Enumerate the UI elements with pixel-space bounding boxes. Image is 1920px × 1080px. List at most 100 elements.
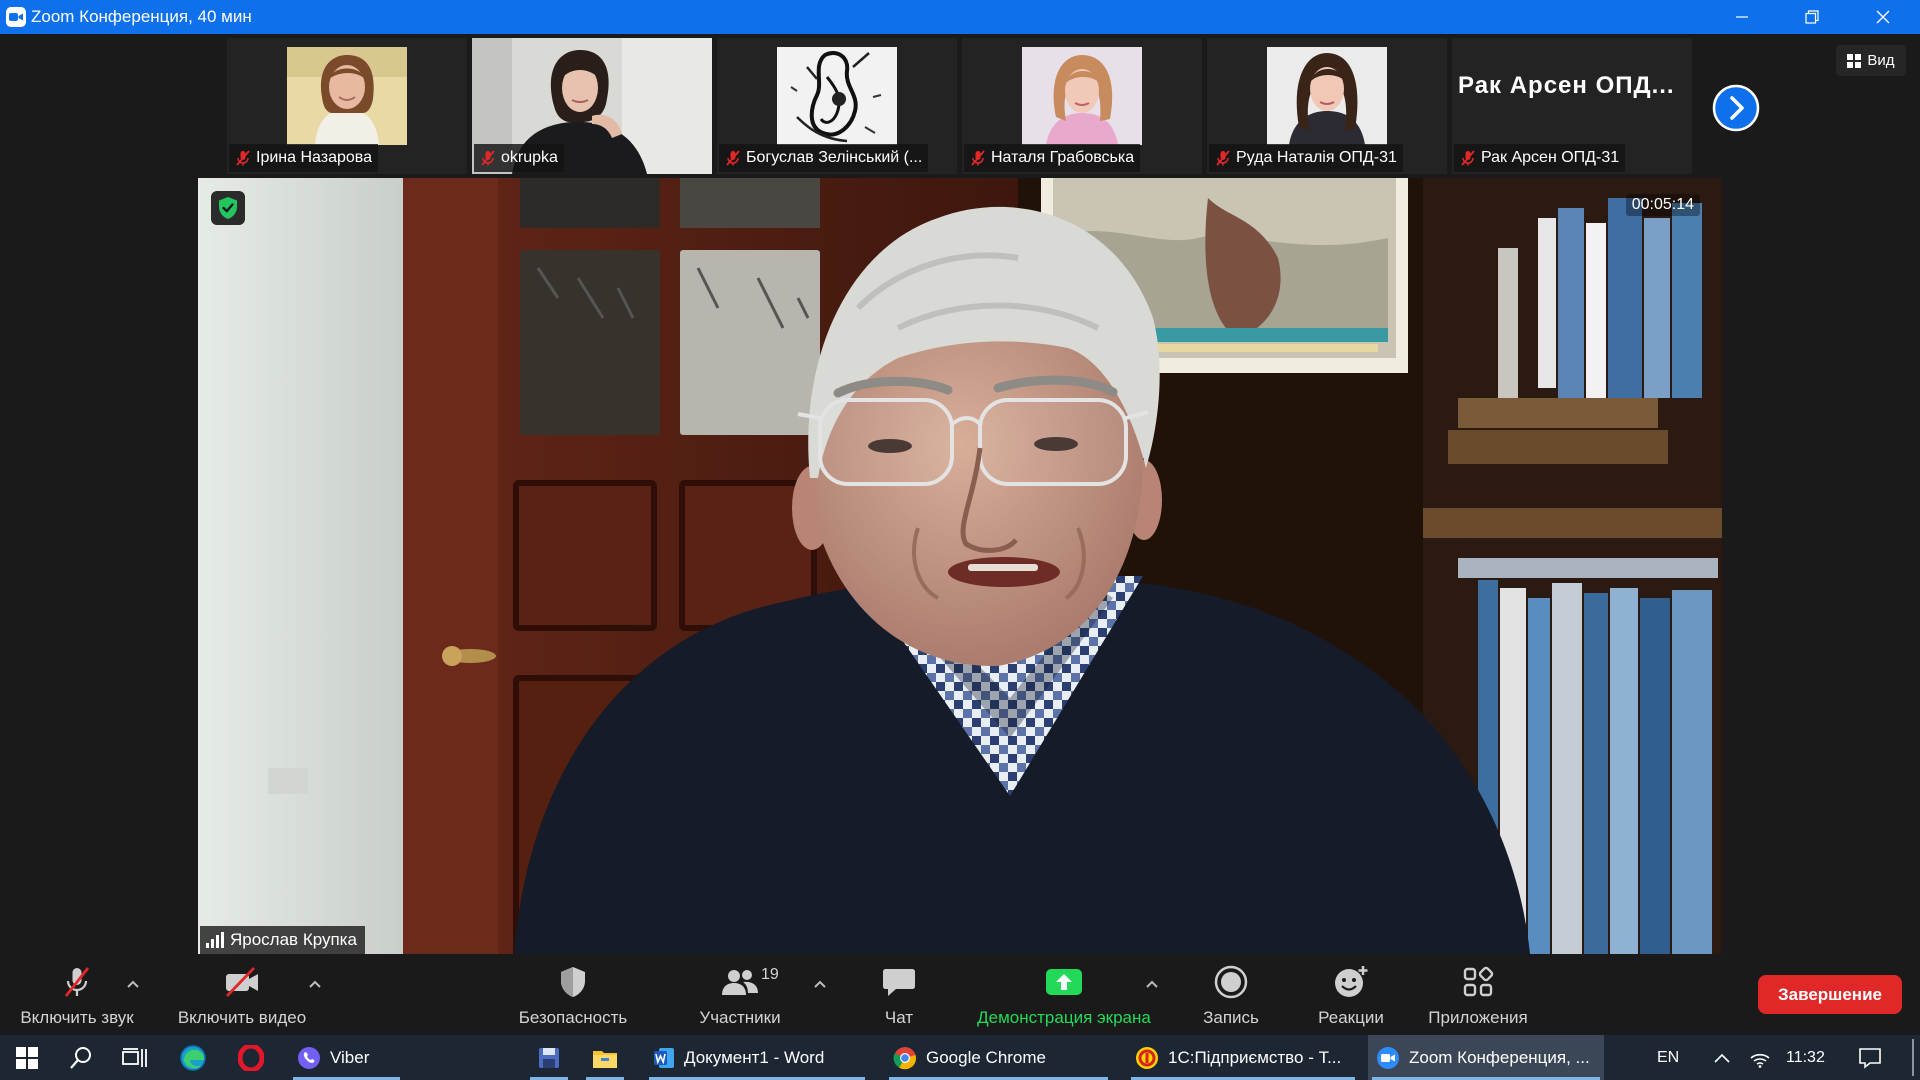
view-button-label: Вид	[1867, 52, 1895, 69]
participant-name: okrupka	[501, 149, 558, 166]
microphone-muted-icon	[60, 962, 94, 1002]
microphone-muted-icon	[1461, 150, 1475, 166]
security-button[interactable]: Безопасность	[488, 954, 658, 1035]
chevron-up-icon	[127, 980, 139, 988]
restore-button[interactable]	[1783, 0, 1841, 34]
chevron-up-icon	[309, 980, 321, 988]
participant-tile[interactable]: okrupka	[472, 38, 712, 174]
microphone-muted-icon	[1216, 150, 1230, 166]
clock[interactable]: 11:32	[1786, 1035, 1825, 1080]
chat-button[interactable]: Чат	[849, 954, 949, 1035]
meeting-timer: 00:05:14	[1625, 194, 1700, 216]
speaker-name: Ярослав Крупка	[230, 930, 357, 949]
file-explorer-taskbar-button[interactable]	[582, 1035, 628, 1080]
chrome-taskbar-label: Google Chrome	[926, 1047, 1047, 1067]
edge-icon	[180, 1044, 206, 1071]
close-icon	[1876, 10, 1890, 24]
chrome-taskbar-button[interactable]: Google Chrome	[885, 1035, 1112, 1080]
participant-photo	[1022, 47, 1142, 145]
start-button[interactable]	[4, 1035, 50, 1080]
participant-name-label: Ірина Назарова	[229, 144, 378, 172]
word-taskbar-button[interactable]: Документ1 - Word	[645, 1035, 869, 1080]
search-icon	[70, 1046, 91, 1069]
reactions-button[interactable]: Реакции	[1291, 954, 1411, 1035]
record-label: Запись	[1203, 1008, 1259, 1027]
onec-taskbar-button[interactable]: 1С:Підприємство - Т...	[1127, 1035, 1359, 1080]
participant-name: Рак Арсен ОПД-31	[1481, 149, 1620, 166]
active-speaker-video[interactable]: 00:05:14 Ярослав Крупка	[198, 178, 1722, 954]
notifications-button[interactable]	[1847, 1035, 1893, 1080]
share-screen-button[interactable]: Демонстрация экрана	[954, 954, 1174, 1035]
gallery-next-button[interactable]	[1712, 84, 1760, 132]
window-titlebar[interactable]: Zoom Конференция, 40 мин	[0, 0, 1920, 34]
share-screen-icon	[1045, 962, 1083, 1002]
participant-tile[interactable]: Рак Арсен ОПД... Рак Арсен ОПД-31	[1452, 38, 1692, 174]
share-options-button[interactable]	[1142, 974, 1162, 994]
network-button[interactable]	[1737, 1035, 1783, 1080]
shield-icon	[558, 962, 588, 1002]
participant-tile[interactable]: Богуслав Зелінський (...	[717, 38, 957, 174]
participant-name-label: Богуслав Зелінський (...	[719, 144, 929, 172]
search-button[interactable]	[58, 1035, 104, 1080]
participant-tile[interactable]: Ірина Назарова	[227, 38, 467, 174]
viber-taskbar-button[interactable]: Viber	[289, 1035, 404, 1080]
end-meeting-button[interactable]: Завершение	[1758, 975, 1902, 1014]
participant-name: Ірина Назарова	[256, 149, 372, 166]
chat-bubble-icon	[882, 962, 916, 1002]
microphone-muted-icon	[971, 150, 985, 166]
speaker-video-frame	[198, 178, 1722, 954]
unmute-button[interactable]: Включить звук	[2, 954, 152, 1035]
speaker-name-label: Ярослав Крупка	[200, 926, 365, 954]
save-taskbar-button[interactable]	[526, 1035, 572, 1080]
chat-label: Чат	[884, 1008, 914, 1027]
language-indicator[interactable]: EN	[1657, 1035, 1679, 1080]
participant-name: Руда Наталія ОПД-31	[1236, 149, 1397, 166]
participant-tile[interactable]: Наталя Грабовська	[962, 38, 1202, 174]
opera-taskbar-button[interactable]	[228, 1035, 274, 1080]
opera-icon	[238, 1044, 264, 1071]
shield-check-icon	[219, 197, 237, 219]
participant-photo	[1267, 47, 1387, 145]
record-icon	[1214, 962, 1248, 1002]
minimize-icon	[1736, 16, 1748, 18]
zoom-camera-icon	[6, 7, 26, 27]
audio-options-button[interactable]	[123, 974, 143, 994]
microphone-muted-icon	[481, 150, 495, 166]
start-video-button[interactable]: Включить видео	[157, 954, 327, 1035]
onec-icon	[1136, 1046, 1158, 1069]
share-screen-label: Демонстрация экрана	[977, 1008, 1151, 1027]
zoom-taskbar-label: Zoom Конференция, ...	[1409, 1047, 1590, 1067]
participant-name-label: Рак Арсен ОПД-31	[1454, 144, 1626, 172]
onec-taskbar-label: 1С:Підприємство - Т...	[1168, 1047, 1342, 1067]
participant-name-label: okrupka	[474, 144, 564, 172]
chevron-right-circle-icon	[1712, 84, 1760, 132]
task-view-button[interactable]	[112, 1035, 158, 1080]
participant-name-label: Руда Наталія ОПД-31	[1209, 144, 1403, 172]
participants-count: 19	[761, 966, 779, 983]
viber-taskbar-label: Viber	[330, 1047, 370, 1067]
grid-icon	[1847, 53, 1862, 68]
edge-taskbar-button[interactable]	[170, 1035, 216, 1080]
zoom-icon	[1377, 1046, 1399, 1069]
participant-tile[interactable]: Руда Наталія ОПД-31	[1207, 38, 1447, 174]
start-video-label: Включить видео	[177, 1008, 307, 1027]
smiley-plus-icon	[1333, 962, 1369, 1002]
video-options-button[interactable]	[305, 974, 325, 994]
encryption-indicator[interactable]	[211, 191, 245, 225]
record-button[interactable]: Запись	[1181, 954, 1281, 1035]
task-view-icon	[122, 1047, 147, 1067]
participants-button[interactable]: 19 Участники	[665, 954, 815, 1035]
signal-bars-icon	[206, 932, 224, 948]
viber-icon	[298, 1046, 320, 1069]
minimize-button[interactable]	[1713, 0, 1771, 34]
close-button[interactable]	[1854, 0, 1912, 34]
participant-name: Наталя Грабовська	[991, 149, 1135, 166]
apps-button[interactable]: Приложения	[1413, 954, 1543, 1035]
participants-options-button[interactable]	[810, 974, 830, 994]
reactions-label: Реакции	[1318, 1008, 1384, 1027]
show-desktop-button[interactable]	[1912, 1039, 1914, 1076]
participant-photo	[287, 47, 407, 145]
microphone-muted-icon	[726, 150, 740, 166]
zoom-taskbar-button[interactable]: Zoom Конференция, ...	[1368, 1035, 1604, 1080]
view-button[interactable]: Вид	[1836, 45, 1906, 76]
